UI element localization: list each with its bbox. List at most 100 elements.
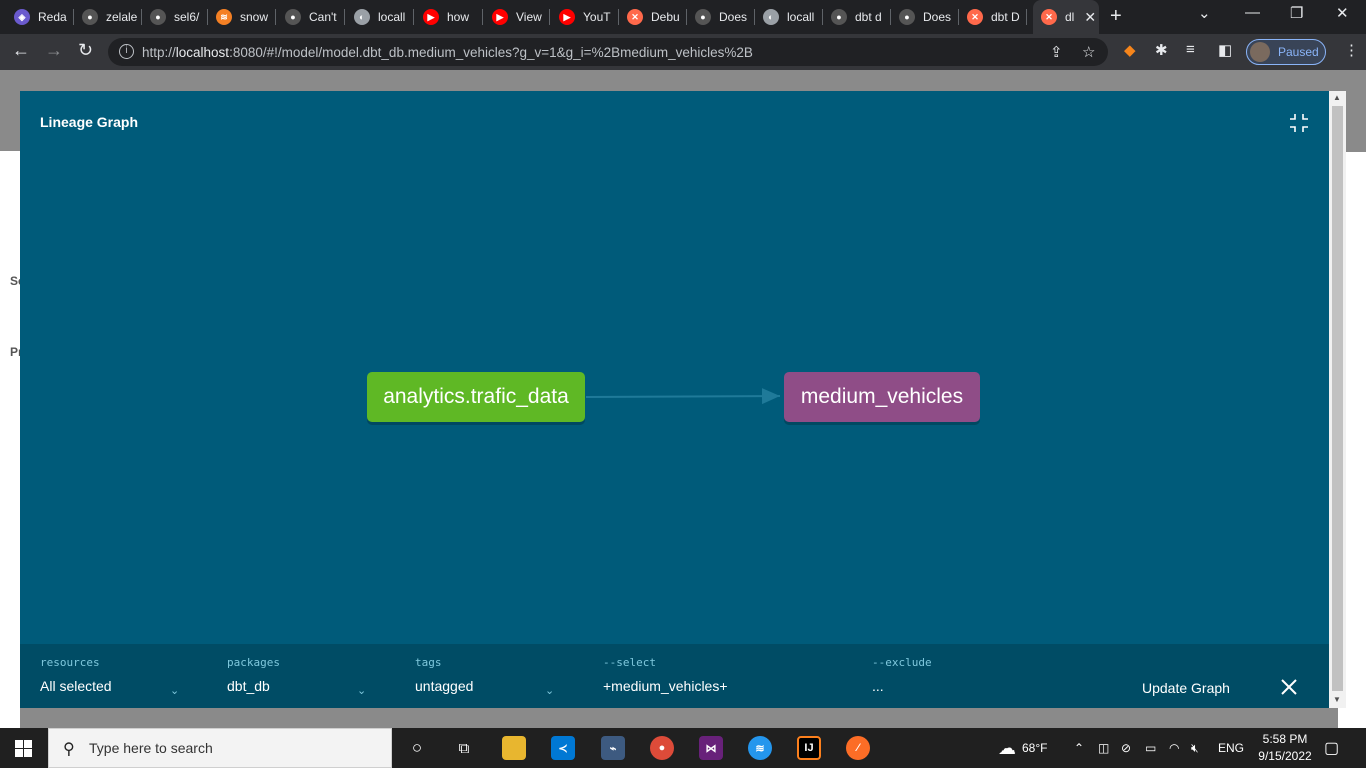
tags-filter[interactable]: tags untagged ⌄ [415,656,575,697]
browser-tab[interactable]: ◐ locall [763,6,823,28]
browser-tab[interactable]: ● Can't [285,6,345,28]
collapse-icon[interactable] [1289,113,1309,133]
postman-icon[interactable]: ⁄ [846,736,870,760]
notifications-icon[interactable]: ▢ [1324,728,1339,768]
battery-icon[interactable]: ▭ [1145,728,1156,768]
github-icon: ● [831,9,847,25]
url-rest: :8080/#!/model/model.dbt_db.medium_vehic… [229,44,753,60]
wifi-icon[interactable]: ◠ [1169,728,1179,768]
browser-tab-label: zelale [106,10,138,24]
scroll-up-icon[interactable]: ▲ [1333,93,1341,102]
tab-separator [413,9,414,25]
visual-studio-icon[interactable]: ⋈ [699,736,723,760]
site-info-icon[interactable]: i [119,44,134,59]
address-bar[interactable]: i http://localhost:8080/#!/model/model.d… [108,38,1108,66]
graph-node-source[interactable]: analytics.trafic_data [367,372,585,422]
browser-tab[interactable]: ▶ View [492,6,550,28]
browser-tab-label: how [447,10,470,24]
dbt-icon: ✕ [1041,9,1057,25]
network-off-icon[interactable]: ⊘ [1121,728,1131,768]
scroll-down-icon[interactable]: ▼ [1333,695,1341,704]
browser-tab-label: Does [923,10,952,24]
new-tab-button[interactable]: + [1110,5,1122,28]
language-indicator[interactable]: ENG [1218,728,1244,768]
tab-separator [686,9,687,25]
search-icon: ⚲ [63,741,75,758]
dbt-icon: ✕ [967,9,983,25]
tab-search-icon[interactable]: ⌄ [1198,4,1211,22]
exclude-filter[interactable]: --exclude ... [872,656,1112,694]
browser-tab[interactable]: ● Does [695,6,755,28]
browser-tab[interactable]: ≋ snow [216,6,276,28]
browser-tab[interactable]: ✕ Debu [627,6,687,28]
browser-tab[interactable]: ● dbt d [831,6,891,28]
page-scrollbar[interactable]: ▲ ▼ [1329,91,1346,708]
windows-start-icon[interactable] [15,740,32,757]
chrome-icon[interactable]: ● [650,736,674,760]
back-icon[interactable]: ← [12,40,30,61]
task-view-icon[interactable]: ⧉ [452,736,476,760]
graph-node-model[interactable]: medium_vehicles [784,372,980,422]
youtube-icon: ▶ [492,9,508,25]
tab-separator [549,9,550,25]
update-graph-button[interactable]: Update Graph [1142,680,1230,696]
file-explorer-icon[interactable] [502,736,526,760]
side-panel-icon[interactable]: ◧ [1218,41,1232,59]
docker-icon[interactable]: ≋ [748,736,772,760]
exclude-input[interactable]: ... [872,678,1112,694]
browser-tab-label: Debu [651,10,680,24]
browser-tab[interactable]: ✕ dl ✕ [1033,0,1099,34]
browser-tab[interactable]: ● sel6/ [150,6,208,28]
browser-tab-label: snow [240,10,269,24]
forward-icon[interactable]: → [45,40,63,61]
page-left-strip [0,151,20,728]
scrollbar-thumb[interactable] [1332,106,1343,691]
select-input[interactable]: +medium_vehicles+ [603,678,853,694]
tray-chevron-icon[interactable]: ⌃ [1074,728,1084,768]
meet-now-icon[interactable]: ◫ [1098,728,1109,768]
profile-button[interactable]: Paused [1246,39,1326,65]
reload-icon[interactable]: ↻ [78,40,93,61]
menu-icon[interactable]: ⋮ [1344,41,1359,59]
browser-tab[interactable]: ● Does [899,6,959,28]
browser-tab[interactable]: ◐ locall [354,6,414,28]
metamask-icon[interactable]: ◆ [1124,41,1136,59]
bookmark-star-icon[interactable]: ☆ [1082,43,1095,61]
restore-icon[interactable]: ❐ [1290,4,1303,22]
chevron-down-icon: ⌄ [357,685,367,697]
volume-mute-icon[interactable]: 🔇︎ [1191,728,1199,768]
weather-widget[interactable]: ☁ 68°F [998,728,1047,768]
packages-filter[interactable]: packages dbt_db ⌄ [227,656,387,697]
chevron-down-icon: ⌄ [545,685,555,697]
tab-separator [822,9,823,25]
vscode-icon[interactable]: ≺ [551,736,575,760]
select-filter[interactable]: --select +medium_vehicles+ [603,656,853,694]
intellij-icon[interactable]: IJ [797,736,821,760]
tags-label: tags [415,656,442,669]
lineage-graph-canvas[interactable]: analytics.trafic_data medium_vehicles [20,151,1329,644]
share-icon[interactable]: ⇪ [1050,43,1063,61]
cortana-icon[interactable]: ○ [405,736,429,760]
browser-tab[interactable]: ◈ Reda [14,6,74,28]
browser-toolbar: ← → ↻ i http://localhost:8080/#!/model/m… [0,34,1366,70]
resources-filter[interactable]: resources All selected ⌄ [40,656,200,697]
exclude-label: --exclude [872,656,932,669]
minimize-icon[interactable]: — [1245,4,1260,21]
taskbar-clock[interactable]: 5:58 PM 9/15/2022 [1250,731,1320,765]
mysql-workbench-icon[interactable]: ⌁ [601,736,625,760]
browser-tab[interactable]: ● zelale [82,6,142,28]
browser-tab[interactable]: ✕ dbt D [967,6,1027,28]
browser-tab[interactable]: ▶ YouT [559,6,619,28]
resources-label: resources [40,656,100,669]
close-tab-icon[interactable]: ✕ [1084,9,1096,26]
close-window-icon[interactable]: ✕ [1336,4,1349,22]
github-icon: ● [82,9,98,25]
browser-tab[interactable]: ▶ how [423,6,483,28]
clock-date: 9/15/2022 [1258,749,1312,763]
browser-tab-label: Can't [309,10,337,24]
extensions-icon[interactable]: ✱ [1155,41,1168,59]
close-icon[interactable] [1279,677,1299,697]
clock-time: 5:58 PM [1262,732,1308,746]
media-control-icon[interactable]: ≡ [1186,41,1195,58]
taskbar-search-box[interactable]: ⚲ Type here to search [48,728,392,768]
